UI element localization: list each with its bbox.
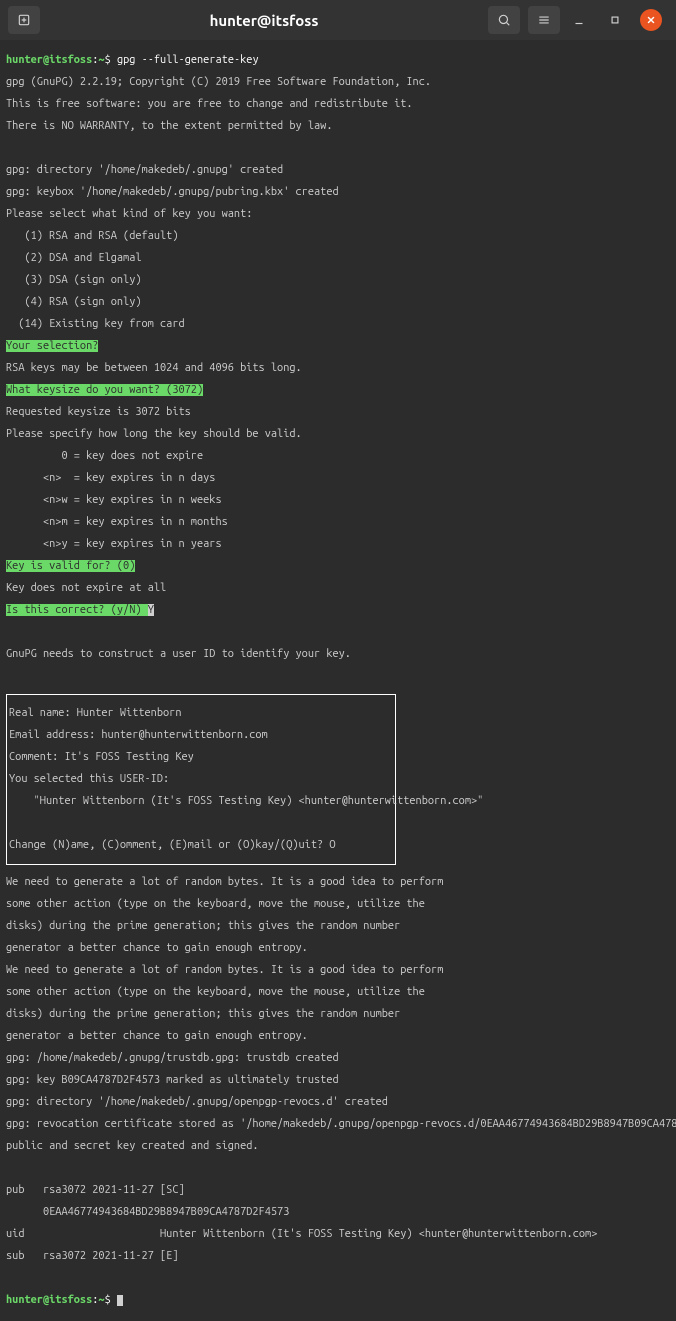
- output-line: (2) DSA and Elgamal: [6, 253, 670, 264]
- output-line: [9, 818, 393, 829]
- output-line: generator a better chance to gain enough…: [6, 1031, 670, 1042]
- output-line: GnuPG needs to construct a user ID to id…: [6, 649, 670, 660]
- output-line: <n>w = key expires in n weeks: [6, 495, 670, 506]
- prompt-user: hunter@itsfoss: [6, 1294, 92, 1306]
- output-line: gpg: directory '/home/makedeb/.gnupg/ope…: [6, 1097, 670, 1108]
- output-line: We need to generate a lot of random byte…: [6, 877, 670, 888]
- output-line: [6, 671, 670, 682]
- output-line: Key does not expire at all: [6, 583, 670, 594]
- menu-button[interactable]: [528, 6, 560, 34]
- output-line: We need to generate a lot of random byte…: [6, 965, 670, 976]
- maximize-icon: [608, 13, 622, 27]
- output-line: "Hunter Wittenborn (It's FOSS Testing Ke…: [9, 796, 393, 807]
- question-prompt: What keysize do you want? (3072): [6, 384, 203, 396]
- output-line: gpg: key B09CA4787D2F4573 marked as ulti…: [6, 1075, 670, 1086]
- output-line: generator a better chance to gain enough…: [6, 943, 670, 954]
- minimize-button[interactable]: [568, 9, 590, 31]
- cursor: [117, 1295, 123, 1306]
- output-line: [6, 1163, 670, 1174]
- hamburger-icon: [537, 13, 551, 27]
- output-line: (14) Existing key from card: [6, 319, 670, 330]
- output-line: disks) during the prime generation; this…: [6, 921, 670, 932]
- output-line: Is this correct? (y/N) Y: [6, 605, 670, 616]
- output-line: 0 = key does not expire: [6, 451, 670, 462]
- output-line: Please select what kind of key you want:: [6, 209, 670, 220]
- output-line: Requested keysize is 3072 bits: [6, 407, 670, 418]
- close-icon: [644, 13, 658, 27]
- output-line: gpg (GnuPG) 2.2.19; Copyright (C) 2019 F…: [6, 77, 670, 88]
- output-line: <n>y = key expires in n years: [6, 539, 670, 550]
- maximize-button[interactable]: [604, 9, 626, 31]
- question-prompt: Is this correct? (y/N): [6, 604, 148, 616]
- user-answer: Y: [148, 604, 154, 616]
- output-line: Key is valid for? (0): [6, 561, 670, 572]
- prompt-line: hunter@itsfoss:~$ gpg --full-generate-ke…: [6, 55, 670, 66]
- output-line: (1) RSA and RSA (default): [6, 231, 670, 242]
- output-line: Email address: hunter@hunterwittenborn.c…: [9, 730, 393, 741]
- output-line: Real name: Hunter Wittenborn: [9, 708, 393, 719]
- highlight-box: Real name: Hunter Wittenborn Email addre…: [6, 694, 396, 865]
- output-line: [6, 627, 670, 638]
- output-line: <n> = key expires in n days: [6, 473, 670, 484]
- minimize-icon: [572, 13, 586, 27]
- output-line: Change (N)ame, (C)omment, (E)mail or (O)…: [9, 840, 393, 851]
- titlebar: hunter@itsfoss: [0, 0, 676, 40]
- question-prompt: Key is valid for? (0): [6, 560, 135, 572]
- window-controls: [568, 9, 668, 31]
- output-line: pub rsa3072 2021-11-27 [SC]: [6, 1185, 670, 1196]
- output-line: gpg: directory '/home/makedeb/.gnupg' cr…: [6, 165, 670, 176]
- output-line: uid Hunter Wittenborn (It's FOSS Testing…: [6, 1229, 670, 1240]
- output-line: public and secret key created and signed…: [6, 1141, 670, 1152]
- search-icon: [497, 13, 511, 27]
- output-line: some other action (type on the keyboard,…: [6, 899, 670, 910]
- output-line: [6, 143, 670, 154]
- output-line: gpg: /home/makedeb/.gnupg/trustdb.gpg: t…: [6, 1053, 670, 1064]
- output-line: You selected this USER-ID:: [9, 774, 393, 785]
- output-line: gpg: revocation certificate stored as '/…: [6, 1119, 670, 1130]
- new-tab-button[interactable]: [8, 6, 40, 34]
- output-line: There is NO WARRANTY, to the extent perm…: [6, 121, 670, 132]
- question-prompt: Your selection?: [6, 340, 98, 352]
- output-line: 0EAA46774943684BD29B8947B09CA4787D2F4573: [6, 1207, 670, 1218]
- close-button[interactable]: [640, 9, 662, 31]
- output-line: This is free software: you are free to c…: [6, 99, 670, 110]
- output-line: What keysize do you want? (3072): [6, 385, 670, 396]
- window-title: hunter@itsfoss: [48, 13, 480, 28]
- output-line: Comment: It's FOSS Testing Key: [9, 752, 393, 763]
- output-line: [6, 1273, 670, 1284]
- output-line: Your selection?: [6, 341, 670, 352]
- search-button[interactable]: [488, 6, 520, 34]
- output-line: some other action (type on the keyboard,…: [6, 987, 670, 998]
- output-line: gpg: keybox '/home/makedeb/.gnupg/pubrin…: [6, 187, 670, 198]
- prompt-line: hunter@itsfoss:~$: [6, 1295, 670, 1306]
- output-line: <n>m = key expires in n months: [6, 517, 670, 528]
- output-line: sub rsa3072 2021-11-27 [E]: [6, 1251, 670, 1262]
- terminal-output[interactable]: hunter@itsfoss:~$ gpg --full-generate-ke…: [0, 40, 676, 1321]
- output-line: RSA keys may be between 1024 and 4096 bi…: [6, 363, 670, 374]
- output-line: disks) during the prime generation; this…: [6, 1009, 670, 1020]
- output-line: Please specify how long the key should b…: [6, 429, 670, 440]
- output-line: (4) RSA (sign only): [6, 297, 670, 308]
- output-line: (3) DSA (sign only): [6, 275, 670, 286]
- command: gpg --full-generate-key: [117, 54, 259, 66]
- prompt-user: hunter@itsfoss: [6, 54, 92, 66]
- new-tab-icon: [17, 13, 31, 27]
